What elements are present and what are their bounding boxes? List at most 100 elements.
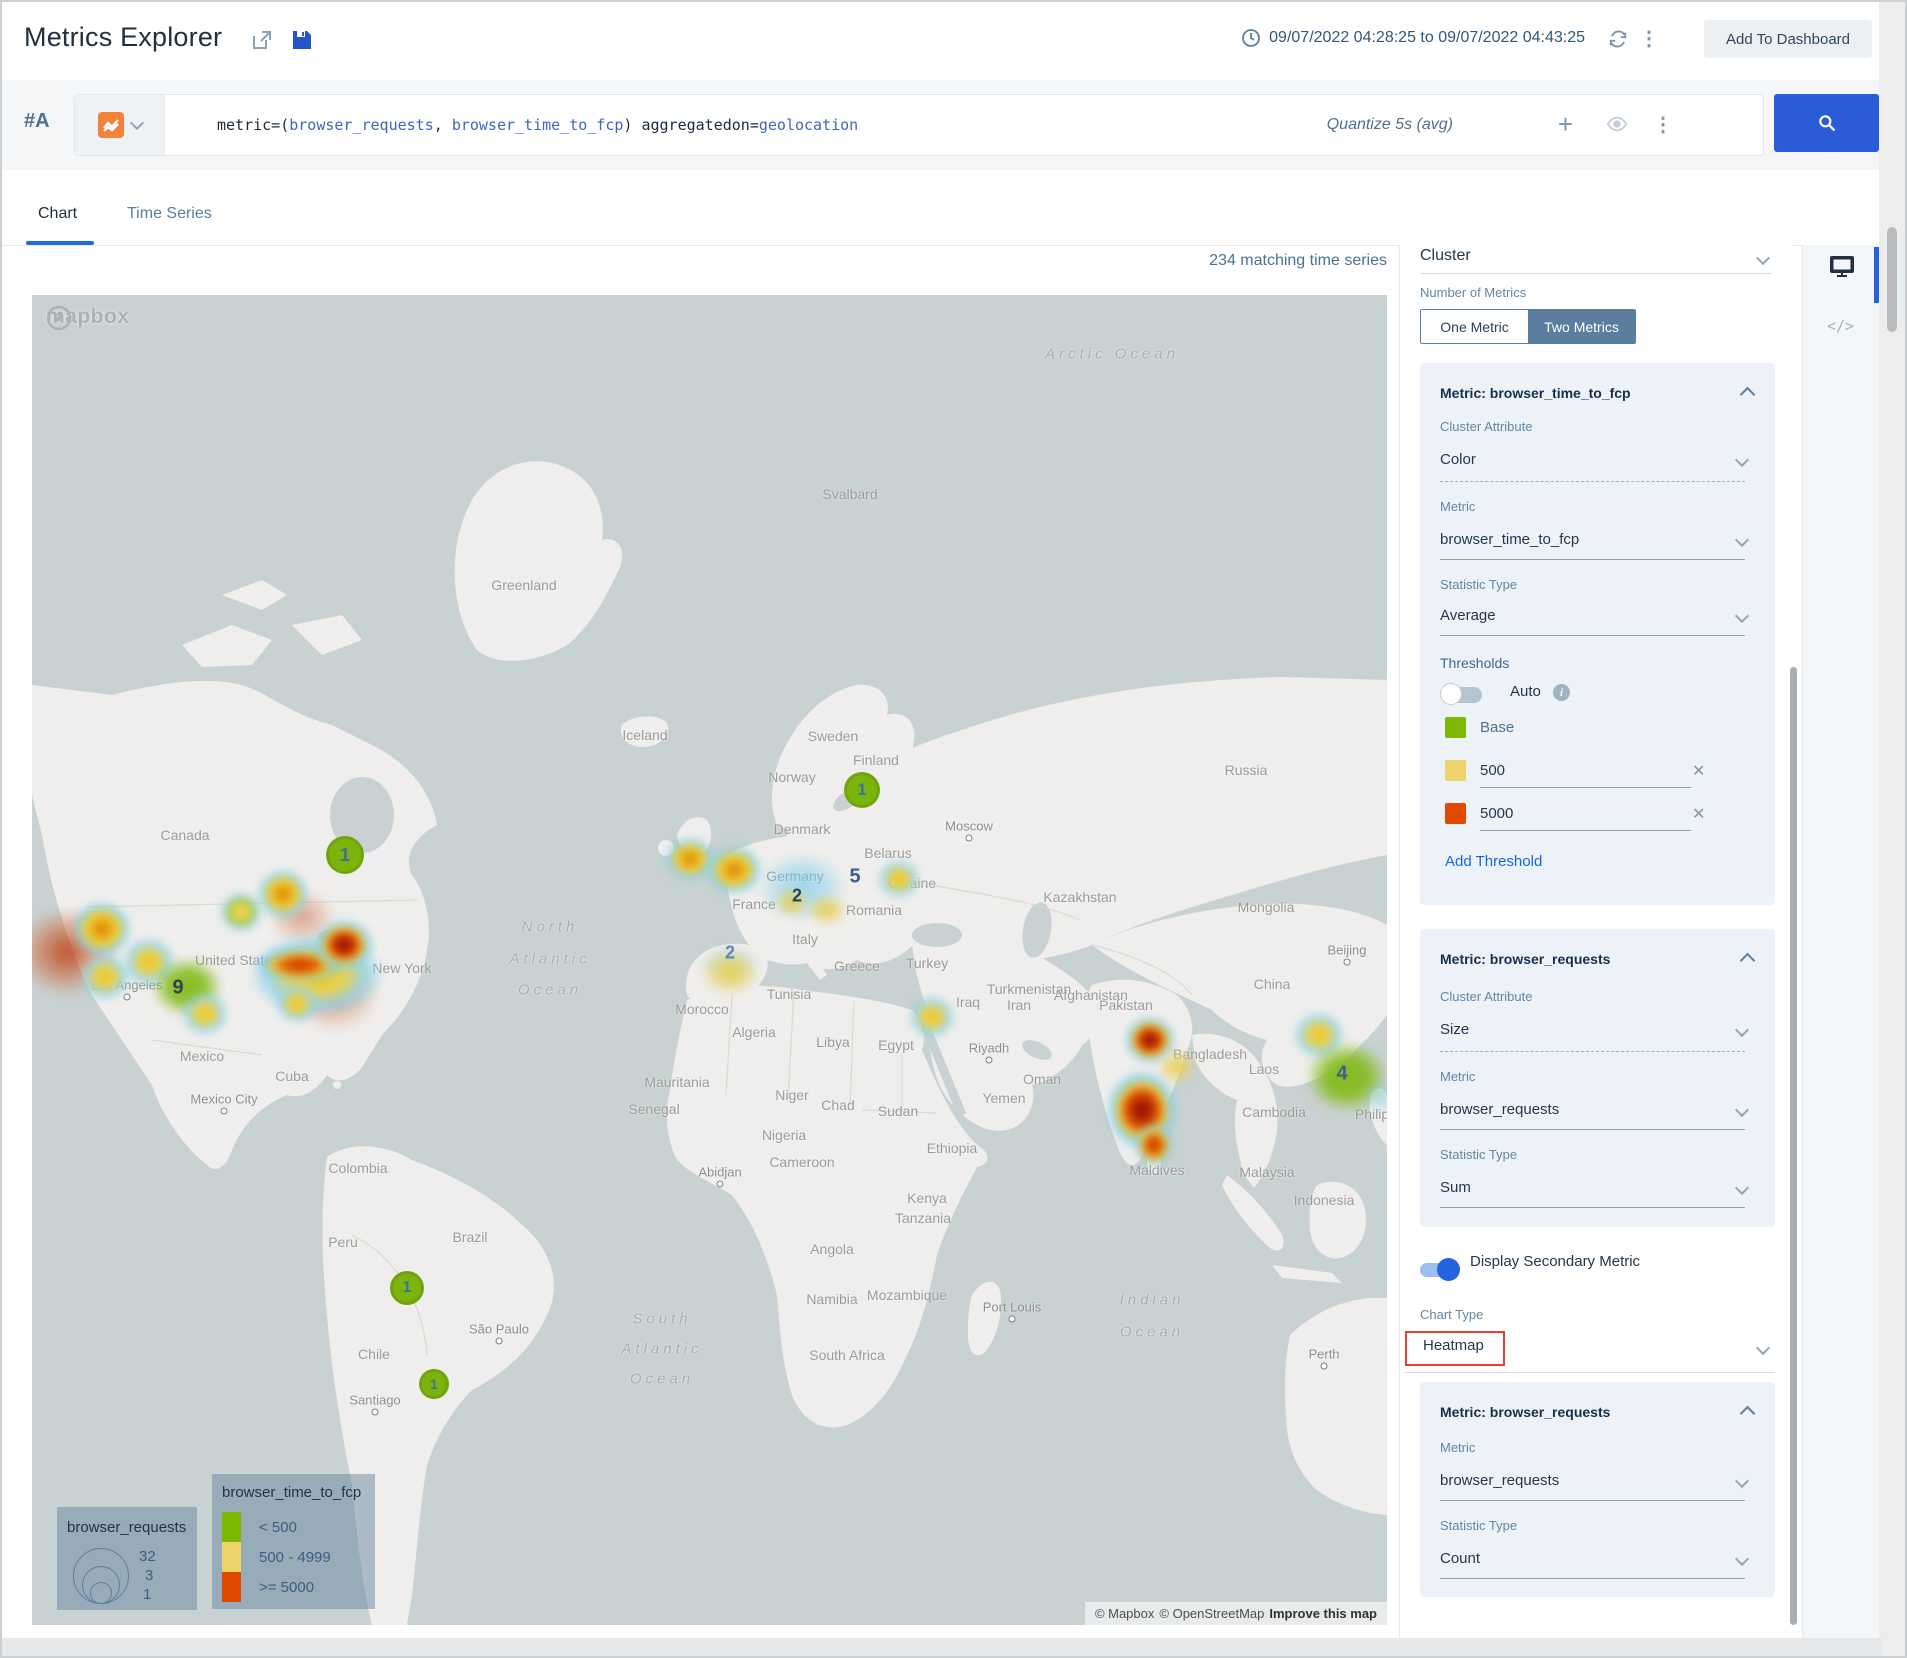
code-view-icon[interactable]: </> (1827, 317, 1854, 335)
tab-chart[interactable]: Chart (38, 205, 77, 223)
tab-bar: Chart Time Series (2, 197, 1905, 246)
share-icon[interactable] (250, 28, 274, 52)
chevron-down-icon (1756, 1341, 1770, 1355)
chevron-down-icon (130, 116, 144, 130)
auto-thresholds-toggle[interactable] (1444, 687, 1482, 703)
search-button[interactable] (1774, 94, 1879, 152)
chart-type-value: Heatmap (1420, 1337, 1484, 1354)
metric-select[interactable]: browser_requests (1440, 1472, 1755, 1489)
panel-title: Metric: browser_requests (1440, 951, 1610, 967)
cluster-attribute-select[interactable]: Color (1440, 451, 1755, 468)
improve-map-link[interactable]: Improve this map (1269, 1606, 1377, 1621)
cluster-settings-sidebar: Cluster Number of Metrics One Metric Two… (1399, 245, 1792, 1642)
cluster-marker[interactable]: 1 (390, 1271, 424, 1305)
legend-circle-small (90, 1582, 112, 1604)
attribution-mapbox[interactable]: © Mapbox (1095, 1606, 1154, 1621)
statistic-type-select[interactable]: Count (1440, 1550, 1755, 1567)
cluster-count[interactable]: 2 (725, 943, 735, 964)
info-icon[interactable]: i (1553, 684, 1570, 701)
country-label: China (1254, 976, 1291, 992)
chart-type-select[interactable]: Heatmap (1420, 1337, 1772, 1365)
heatmap-blob (79, 953, 131, 1001)
cluster-count[interactable]: 2 (792, 886, 802, 907)
heatmap-blob (706, 845, 762, 895)
window-scrollbar-thumb[interactable] (1887, 227, 1897, 332)
window-scrollbar-track[interactable] (1879, 2, 1905, 1656)
threshold-value-input[interactable]: 500 (1480, 762, 1505, 779)
color-legend-item: 500 - 4999 (222, 1542, 331, 1572)
query-box[interactable]: metric=(browser_requests, browser_time_t… (74, 94, 1764, 156)
country-label: Senegal (628, 1101, 679, 1117)
cluster-count[interactable]: 9 (172, 977, 183, 1000)
cluster-attribute-label: Cluster Attribute (1440, 989, 1533, 1004)
two-metrics-button[interactable]: Two Metrics (1528, 310, 1635, 343)
statistic-type-select[interactable]: Sum (1440, 1179, 1755, 1196)
bottom-strip (2, 1638, 1883, 1656)
remove-threshold-icon[interactable]: ✕ (1692, 761, 1705, 781)
remove-threshold-icon[interactable]: ✕ (1692, 804, 1705, 824)
panel-browser-requests-heatmap: Metric: browser_requests Metric browser_… (1420, 1382, 1775, 1597)
add-query-icon[interactable]: + (1558, 109, 1573, 139)
header: Metrics Explorer 09/07/2022 04:28:25 to … (2, 2, 1905, 80)
matching-series-count: 234 matching time series (32, 252, 1387, 270)
query-input[interactable]: metric=(browser_requests, browser_time_t… (217, 95, 858, 155)
cluster-marker[interactable]: 1 (326, 836, 364, 874)
query-kebab-icon[interactable]: ⋮ (1653, 112, 1673, 137)
cluster-count[interactable]: 5 (849, 866, 860, 889)
attribution-osm[interactable]: © OpenStreetMap (1159, 1606, 1264, 1621)
number-of-metrics-label: Number of Metrics (1420, 285, 1526, 300)
country-label: Oman (1023, 1071, 1061, 1087)
chart-type-selector[interactable] (75, 95, 165, 155)
country-label: Chad (821, 1097, 854, 1113)
time-range[interactable]: 09/07/2022 04:28:25 to 09/07/2022 04:43:… (1241, 28, 1585, 48)
city-label: Santiago (349, 1393, 400, 1408)
threshold-value-input[interactable]: 5000 (1480, 805, 1513, 822)
size-legend-title: browser_requests (67, 1519, 186, 1536)
ocean-label: South (632, 1311, 691, 1328)
collapse-icon[interactable] (1740, 387, 1756, 403)
city-dot (221, 1108, 228, 1115)
mapbox-logo[interactable]: mapbox (46, 305, 130, 329)
refresh-icon[interactable] (1607, 28, 1629, 55)
add-to-dashboard-button[interactable]: Add To Dashboard (1704, 20, 1872, 58)
country-label: Belarus (864, 845, 911, 861)
cluster-type-select[interactable]: Cluster (1420, 247, 1772, 274)
cluster-attribute-select[interactable]: Size (1440, 1021, 1755, 1038)
one-metric-button[interactable]: One Metric (1421, 310, 1528, 343)
country-label: Cuba (275, 1068, 308, 1084)
size-legend: browser_requests 32 3 1 (57, 1507, 197, 1610)
cluster-count[interactable]: 4 (1336, 1063, 1347, 1086)
city-label: Beijing (1327, 943, 1366, 958)
header-kebab-icon[interactable]: ⋮ (1639, 26, 1659, 51)
city-dot (986, 1057, 993, 1064)
threshold-color-swatch (1445, 803, 1466, 824)
statistic-type-select[interactable]: Average (1440, 607, 1755, 624)
eye-icon[interactable] (1606, 115, 1628, 138)
geo-heatmap[interactable]: CanadaGreenlandIcelandSvalbardNorwaySwed… (32, 295, 1387, 1625)
metrics-explorer-window: Metrics Explorer 09/07/2022 04:28:25 to … (0, 0, 1907, 1658)
save-icon[interactable] (290, 28, 314, 52)
metric-select[interactable]: browser_time_to_fcp (1440, 531, 1755, 548)
collapse-icon[interactable] (1740, 953, 1756, 969)
collapse-icon[interactable] (1740, 1406, 1756, 1422)
city-dot (496, 1338, 503, 1345)
sidebar-scrollbar[interactable] (1790, 667, 1797, 1625)
cluster-marker[interactable]: 1 (419, 1369, 449, 1399)
country-label: Tanzania (895, 1210, 951, 1226)
thresholds-label: Thresholds (1440, 655, 1509, 671)
country-label: Colombia (328, 1160, 387, 1176)
cluster-marker[interactable]: 1 (844, 772, 880, 808)
heatmap-blob (314, 919, 374, 971)
add-threshold-link[interactable]: Add Threshold (1445, 853, 1542, 870)
color-legend-item: < 500 (222, 1512, 297, 1542)
mapbox-icon (46, 305, 72, 331)
query-segment: geolocation (759, 116, 858, 134)
clock-icon (1241, 28, 1261, 48)
display-secondary-metric-toggle[interactable] (1420, 1263, 1456, 1277)
legend-label: < 500 (259, 1519, 297, 1536)
line-chart-icon (98, 112, 124, 138)
city-dot (1321, 1363, 1328, 1370)
tab-time-series[interactable]: Time Series (127, 205, 212, 223)
metric-select[interactable]: browser_requests (1440, 1101, 1755, 1118)
monitor-icon[interactable] (1829, 255, 1855, 284)
